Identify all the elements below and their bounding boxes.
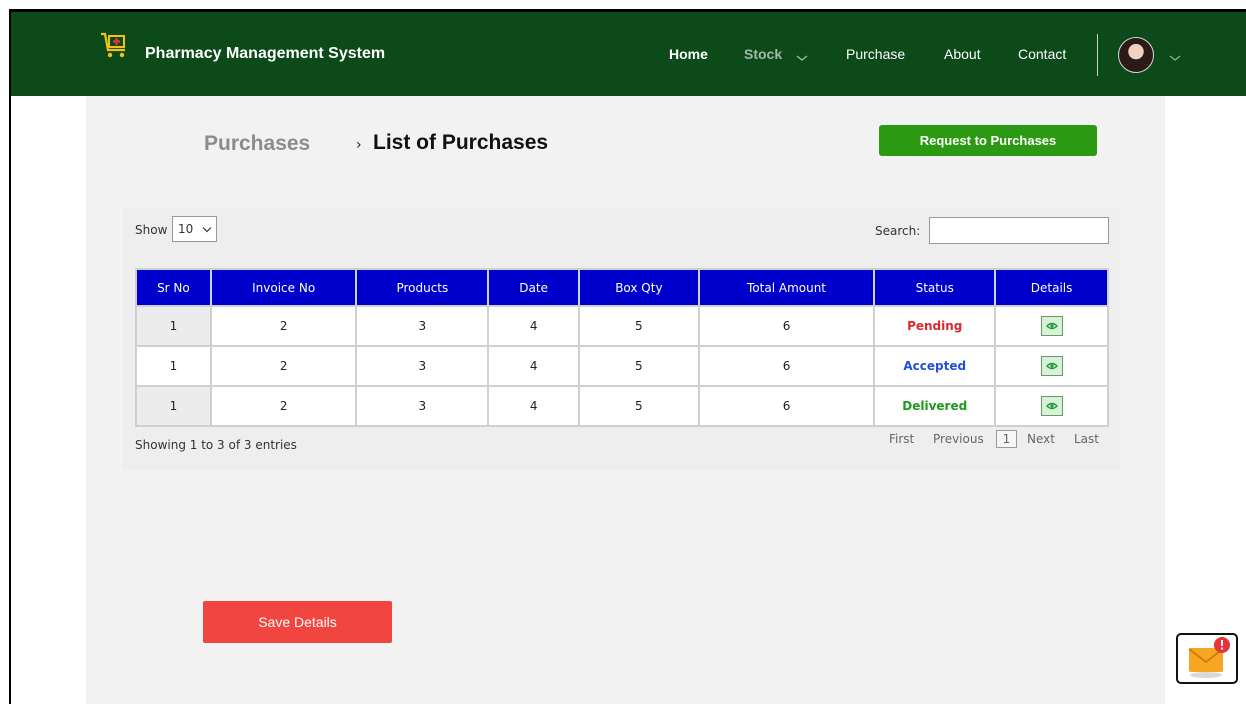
view-details-button[interactable] [1040,396,1063,416]
table-header-row: Sr No Invoice No Products Date Box Qty T… [135,268,1109,307]
nav-home[interactable]: Home [669,46,708,62]
cell-date: 4 [487,385,581,427]
page-size-value: 10 [178,222,194,236]
page-size-select[interactable]: 10 [172,216,217,242]
nav-about[interactable]: About [944,46,981,62]
status-badge: Pending [907,319,963,333]
cell-total-amount: 6 [697,385,876,427]
eye-icon [1045,322,1058,330]
eye-icon [1045,362,1058,370]
cell-details [994,385,1109,427]
column-header[interactable]: Status [873,268,997,307]
cell-total-amount: 6 [697,305,876,347]
pagination-current-page[interactable]: 1 [996,430,1017,448]
cell-status: Accepted [873,345,997,387]
cell-box-qty: 5 [578,305,700,347]
cell-date: 4 [487,345,581,387]
cell-products: 3 [355,385,490,427]
pagination-next[interactable]: Next [1027,432,1055,446]
cell-invoice-no: 2 [209,305,358,347]
status-badge: Delivered [902,399,968,413]
table-row: 1 2 3 4 5 6 Accepted [135,345,1109,387]
window-frame-left [9,9,11,704]
chevron-down-icon[interactable] [795,48,809,61]
eye-icon [1045,402,1058,410]
cell-products: 3 [355,345,490,387]
nav-purchase[interactable]: Purchase [846,46,905,62]
pagination-first[interactable]: First [889,432,914,446]
column-header[interactable]: Total Amount [697,268,876,307]
table-row: 1 2 3 4 5 6 Delivered [135,385,1109,427]
user-avatar[interactable] [1118,37,1154,73]
nav-stock[interactable]: Stock [744,46,782,62]
breadcrumb-parent[interactable]: Purchases [204,132,310,156]
cell-products: 3 [355,305,490,347]
cell-details [994,305,1109,347]
cell-sr-no: 1 [135,305,212,347]
cell-invoice-no: 2 [209,345,358,387]
page-title: List of Purchases [373,131,549,154]
nav-divider [1097,34,1098,76]
column-header[interactable]: Details [994,268,1109,307]
cell-sr-no: 1 [135,385,212,427]
pharmacy-cart-icon[interactable] [99,30,131,60]
view-details-button[interactable] [1040,356,1063,376]
brand-title[interactable]: Pharmacy Management System [145,45,385,63]
status-badge: Accepted [903,359,967,373]
save-details-button[interactable]: Save Details [203,601,392,643]
cell-total-amount: 6 [697,345,876,387]
cell-box-qty: 5 [578,345,700,387]
pagination-last[interactable]: Last [1074,432,1099,446]
column-header[interactable]: Invoice No [209,268,358,307]
cell-status: Pending [873,305,997,347]
cell-date: 4 [487,305,581,347]
chevron-down-icon [202,227,212,233]
table-row: 1 2 3 4 5 6 Pending [135,305,1109,347]
pagination-previous[interactable]: Previous [933,432,984,446]
cell-box-qty: 5 [578,385,700,427]
request-to-purchases-button[interactable]: Request to Purchases [879,125,1097,156]
mail-notification-widget[interactable] [1176,633,1238,684]
show-label: Show [135,223,168,237]
breadcrumb-separator: › [356,137,362,153]
chevron-down-icon[interactable] [1168,48,1182,61]
entries-summary: Showing 1 to 3 of 3 entries [135,438,297,452]
column-header[interactable]: Products [355,268,490,307]
column-header[interactable]: Box Qty [578,268,700,307]
nav-contact[interactable]: Contact [1018,46,1066,62]
cell-sr-no: 1 [135,345,212,387]
mail-notification-icon [1188,637,1230,678]
column-header[interactable]: Sr No [135,268,212,307]
view-details-button[interactable] [1040,316,1063,336]
purchases-table: Sr No Invoice No Products Date Box Qty T… [135,268,1109,427]
cell-details [994,345,1109,387]
search-label: Search: [875,224,921,238]
column-header[interactable]: Date [487,268,581,307]
search-input[interactable] [929,217,1109,244]
cell-invoice-no: 2 [209,385,358,427]
cell-status: Delivered [873,385,997,427]
